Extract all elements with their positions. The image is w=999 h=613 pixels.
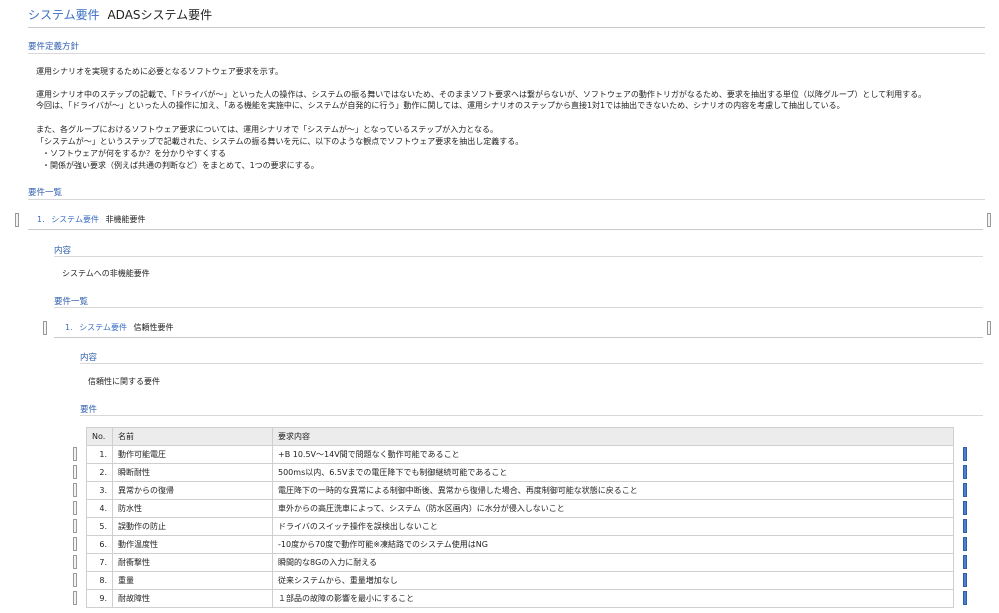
group-content: システムへの非機能要件 [62,269,150,278]
row-marker[interactable] [963,573,967,587]
row-marker[interactable] [963,555,967,569]
cell-name: 重量 [112,571,273,590]
row-marker[interactable] [963,519,967,533]
row-drag-handle[interactable] [73,483,77,497]
requirements-table: No. 名前 要求内容 1. 動作可能電圧 +B 10.5V〜14V間で問題なく… [86,427,954,608]
column-header-content[interactable]: 要求内容 [272,427,954,446]
group-number: 1. [65,323,73,332]
policy-heading: 要件定義方針 [28,40,985,54]
cell-content: 電圧降下の一時的な異常による制御中断後、異常から復帰した場合、再度制御可能な状態… [272,481,954,500]
table-row[interactable]: 8. 重量 従来システムから、重量増加なし [86,571,954,590]
cell-name: 動作可能電圧 [112,445,273,464]
policy-line: 「システムが〜」というステップで記載された、システムの振る舞いを元に、以下のよう… [36,137,524,146]
cell-no: 4. [86,499,113,518]
cell-no: 1. [86,445,113,464]
policy-line: 運用シナリオ中のステップの記載で、「ドライバが〜」といった人の操作は、システムの… [36,90,927,99]
drag-handle-left[interactable] [15,213,19,227]
table-header-row: No. 名前 要求内容 [86,427,954,446]
row-drag-handle[interactable] [73,465,77,479]
cell-no: 5. [86,517,113,536]
cell-content: -10度から70度で動作可能※凍結路でのシステム使用はNG [272,535,954,554]
column-header-name[interactable]: 名前 [112,427,273,446]
table-row[interactable]: 6. 動作温度性 -10度から70度で動作可能※凍結路でのシステム使用はNG [86,535,954,554]
page-title-bar: システム要件 ADASシステム要件 [28,6,985,28]
cell-no: 7. [86,553,113,572]
cell-name: 瞬断耐性 [112,463,273,482]
cell-content: ドライバのスイッチ操作を誤検出しないこと [272,517,954,536]
content-heading: 内容 [80,351,983,364]
cell-name: 防水性 [112,499,273,518]
page-category: システム要件 [28,8,100,22]
table-row[interactable]: 1. 動作可能電圧 +B 10.5V〜14V間で問題なく動作可能であること [86,445,954,464]
row-marker[interactable] [963,465,967,479]
table-row[interactable]: 2. 瞬断耐性 500ms以内、6.5Vまでの電圧降下でも制御継続可能であること [86,463,954,482]
column-header-no[interactable]: No. [86,427,113,446]
cell-content: 瞬間的な8Gの入力に耐える [272,553,954,572]
row-drag-handle[interactable] [73,501,77,515]
policy-line: 運用シナリオを実現するために必要となるソフトウェア要求を示す。 [36,67,283,76]
cell-name: 耐故障性 [112,589,273,608]
cell-no: 2. [86,463,113,482]
group-row-reliability[interactable]: 1. システム要件 信頼性要件 [54,322,983,338]
row-drag-handle[interactable] [73,591,77,605]
row-marker[interactable] [963,537,967,551]
cell-no: 6. [86,535,113,554]
group-name: 非機能要件 [105,215,146,224]
cell-name: 異常からの復帰 [112,481,273,500]
policy-line: 今回は、「ドライバが〜」といった人の操作に加え、「ある機能を実施中に、システムが… [36,101,845,110]
cell-name: 誤動作の防止 [112,517,273,536]
table-row[interactable]: 5. 誤動作の防止 ドライバのスイッチ操作を誤検出しないこと [86,517,954,536]
cell-no: 8. [86,571,113,590]
row-drag-handle[interactable] [73,519,77,533]
cell-no: 9. [86,589,113,608]
cell-no: 3. [86,481,113,500]
cell-content: 500ms以内、6.5Vまでの電圧降下でも制御継続可能であること [272,463,954,482]
policy-line: ・関係が強い要求（例えば共通の判断など）をまとめて、1つの要求にする。 [42,161,319,170]
cell-name: 動作温度性 [112,535,273,554]
row-drag-handle[interactable] [73,555,77,569]
group-category: システム要件 [51,215,99,224]
cell-content: 従来システムから、重量増加なし [272,571,954,590]
row-drag-handle[interactable] [73,573,77,587]
group-name: 信頼性要件 [133,323,174,332]
drag-handle-right[interactable] [987,213,991,227]
row-marker[interactable] [963,483,967,497]
drag-handle-right[interactable] [987,321,991,335]
page-title: ADASシステム要件 [107,8,213,22]
row-marker[interactable] [963,591,967,605]
row-marker[interactable] [963,501,967,515]
row-drag-handle[interactable] [73,447,77,461]
table-row[interactable]: 7. 耐衝撃性 瞬間的な8Gの入力に耐える [86,553,954,572]
drag-handle-left[interactable] [43,321,47,335]
group-number: 1. [37,215,45,224]
row-marker[interactable] [963,447,967,461]
cell-content: +B 10.5V〜14V間で問題なく動作可能であること [272,445,954,464]
group-content: 信頼性に関する要件 [88,377,160,386]
cell-name: 耐衝撃性 [112,553,273,572]
group-category: システム要件 [79,323,127,332]
content-heading: 内容 [54,244,983,257]
sub-list-heading: 要件一覧 [54,295,983,308]
requirements-heading: 要件 [80,403,983,416]
policy-line: また、各グループにおけるソフトウェア要求については、運用シナリオで「システムが〜… [36,125,498,134]
table-row[interactable]: 4. 防水性 車外からの高圧洗車によって、システム（防水区画内）に水分が侵入しな… [86,499,954,518]
cell-content: 車外からの高圧洗車によって、システム（防水区画内）に水分が侵入しないこと [272,499,954,518]
group-row-nonfunctional[interactable]: 1. システム要件 非機能要件 [28,214,983,230]
policy-line: ・ソフトウェアが何をするか？を分かりやすくする [42,149,226,158]
table-row[interactable]: 3. 異常からの復帰 電圧降下の一時的な異常による制御中断後、異常から復帰した場… [86,481,954,500]
cell-content: １部品の故障の影響を最小にすること [272,589,954,608]
table-row[interactable]: 9. 耐故障性 １部品の故障の影響を最小にすること [86,589,954,608]
requirement-list-heading: 要件一覧 [28,186,985,200]
row-drag-handle[interactable] [73,537,77,551]
